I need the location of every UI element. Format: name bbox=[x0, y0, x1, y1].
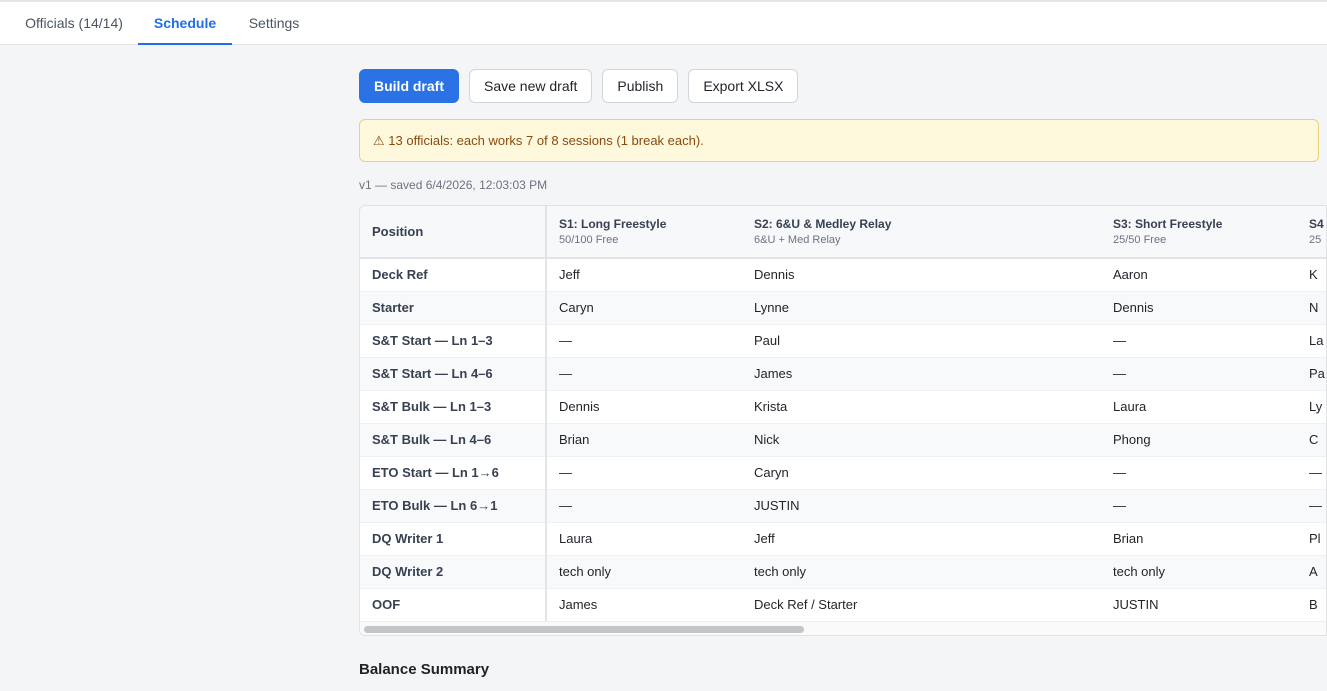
assignment-cell[interactable]: Lynne bbox=[742, 291, 1101, 325]
position-cell: DQ Writer 1 bbox=[360, 522, 547, 556]
session-title: S4 bbox=[1309, 217, 1324, 231]
assignment-cell[interactable]: Pl bbox=[1297, 522, 1326, 556]
position-cell: ETO Start — Ln 1→6 bbox=[360, 456, 547, 490]
assignment-cell[interactable]: Dennis bbox=[742, 258, 1101, 292]
table-row: S&T Bulk — Ln 4–6 Brian Nick Phong C bbox=[360, 423, 1326, 457]
scrollbar-thumb[interactable] bbox=[364, 626, 804, 633]
save-new-draft-button[interactable]: Save new draft bbox=[469, 69, 593, 103]
build-draft-button[interactable]: Build draft bbox=[359, 69, 459, 103]
assignment-cell[interactable]: Nick bbox=[742, 423, 1101, 457]
assignment-cell[interactable]: — bbox=[1101, 456, 1297, 490]
assignment-cell[interactable]: tech only bbox=[1101, 555, 1297, 589]
session-header-s3: S3: Short Freestyle 25/50 Free bbox=[1101, 206, 1297, 259]
position-cell: S&T Bulk — Ln 1–3 bbox=[360, 390, 547, 424]
assignment-cell[interactable]: A bbox=[1297, 555, 1326, 589]
table-row: ETO Start — Ln 1→6— Caryn — — bbox=[360, 456, 1326, 490]
assignment-cell[interactable]: tech only bbox=[742, 555, 1101, 589]
table-row: ETO Bulk — Ln 6→1— JUSTIN — — bbox=[360, 489, 1326, 523]
session-subtitle: 25/50 Free bbox=[1113, 234, 1167, 246]
table-row: Deck Ref Jeff Dennis Aaron K bbox=[360, 258, 1326, 292]
schedule-toolbar: Build draft Save new draft Publish Expor… bbox=[359, 69, 799, 103]
assignment-cell[interactable]: James bbox=[742, 357, 1101, 391]
sessions-warning-alert: ⚠ 13 officials: each works 7 of 8 sessio… bbox=[359, 119, 1319, 162]
assignment-cell[interactable]: K bbox=[1297, 258, 1326, 292]
session-header-s1: S1: Long Freestyle 50/100 Free bbox=[546, 206, 742, 259]
assignment-cell[interactable]: — bbox=[1297, 489, 1326, 523]
assignment-cell[interactable]: La bbox=[1297, 324, 1326, 358]
assignment-cell[interactable]: James bbox=[546, 588, 742, 622]
position-cell: S&T Start — Ln 4–6 bbox=[360, 357, 547, 391]
balance-summary-title: Balance Summary bbox=[359, 661, 490, 678]
export-xlsx-button[interactable]: Export XLSX bbox=[688, 69, 799, 103]
assignment-cell[interactable]: Aaron bbox=[1101, 258, 1297, 292]
session-header-s2: S2: 6&U & Medley Relay 6&U + Med Relay bbox=[742, 206, 1101, 259]
schedule-table: Position S1: Long Freestyle 50/100 Free … bbox=[360, 206, 1326, 622]
table-row: S&T Bulk — Ln 1–3 Dennis Krista Laura Ly bbox=[360, 390, 1326, 424]
position-cell: DQ Writer 2 bbox=[360, 555, 547, 589]
assignment-cell[interactable]: Brian bbox=[1101, 522, 1297, 556]
position-cell: Starter bbox=[360, 291, 547, 325]
session-subtitle: 25 bbox=[1309, 234, 1322, 246]
assignment-cell[interactable]: — bbox=[546, 456, 742, 490]
assignment-cell[interactable]: Dennis bbox=[546, 390, 742, 424]
assignment-cell[interactable]: — bbox=[1101, 489, 1297, 523]
assignment-cell[interactable]: Laura bbox=[1101, 390, 1297, 424]
assignment-cell[interactable]: Laura bbox=[546, 522, 742, 556]
table-row: S&T Start — Ln 1–3— Paul — La bbox=[360, 324, 1326, 358]
position-column-header: Position bbox=[360, 206, 547, 259]
assignment-cell[interactable]: — bbox=[1297, 456, 1326, 490]
session-header-s4: S4 25 bbox=[1297, 206, 1326, 259]
assignment-cell[interactable]: Caryn bbox=[742, 456, 1101, 490]
assignment-cell[interactable]: Dennis bbox=[1101, 291, 1297, 325]
tab-schedule[interactable]: Schedule bbox=[138, 2, 232, 45]
session-subtitle: 6&U + Med Relay bbox=[754, 234, 841, 246]
session-subtitle: 50/100 Free bbox=[559, 234, 619, 246]
assignment-cell[interactable]: Jeff bbox=[546, 258, 742, 292]
table-row: OOF James Deck Ref / Starter JUSTIN B bbox=[360, 588, 1326, 622]
position-cell: S&T Start — Ln 1–3 bbox=[360, 324, 547, 358]
top-nav: Officials (14/14) Schedule Settings bbox=[0, 0, 1327, 45]
assignment-cell[interactable]: — bbox=[546, 489, 742, 523]
horizontal-scrollbar[interactable] bbox=[360, 621, 1326, 635]
assignment-cell[interactable]: Brian bbox=[546, 423, 742, 457]
assignment-cell[interactable]: — bbox=[1101, 357, 1297, 391]
session-title: S1: Long Freestyle bbox=[559, 217, 667, 231]
assignment-cell[interactable]: B bbox=[1297, 588, 1326, 622]
schedule-table-container[interactable]: Position S1: Long Freestyle 50/100 Free … bbox=[359, 205, 1327, 636]
alert-text: ⚠ 13 officials: each works 7 of 8 sessio… bbox=[373, 133, 704, 148]
table-header-row: Position S1: Long Freestyle 50/100 Free … bbox=[360, 206, 1326, 259]
session-title: S3: Short Freestyle bbox=[1113, 217, 1223, 231]
tab-settings[interactable]: Settings bbox=[248, 2, 300, 45]
assignment-cell[interactable]: Pa bbox=[1297, 357, 1326, 391]
position-cell: OOF bbox=[360, 588, 547, 622]
assignment-cell[interactable]: N bbox=[1297, 291, 1326, 325]
table-row: S&T Start — Ln 4–6— James — Pa bbox=[360, 357, 1326, 391]
version-status: v1 — saved 6/4/2026, 12:03:03 PM bbox=[359, 178, 548, 192]
assignment-cell[interactable]: Ly bbox=[1297, 390, 1326, 424]
position-cell: S&T Bulk — Ln 4–6 bbox=[360, 423, 547, 457]
assignment-cell[interactable]: JUSTIN bbox=[742, 489, 1101, 523]
table-row: Starter Caryn Lynne Dennis N bbox=[360, 291, 1326, 325]
assignment-cell[interactable]: JUSTIN bbox=[1101, 588, 1297, 622]
assignment-cell[interactable]: — bbox=[546, 357, 742, 391]
position-cell: Deck Ref bbox=[360, 258, 547, 292]
assignment-cell[interactable]: — bbox=[1101, 324, 1297, 358]
schedule-table-body: Deck Ref Jeff Dennis Aaron K Starter Caryn Lynn… bbox=[360, 258, 1326, 622]
assignment-cell[interactable]: tech only bbox=[546, 555, 742, 589]
position-cell: ETO Bulk — Ln 6→1 bbox=[360, 489, 547, 523]
assignment-cell[interactable]: Paul bbox=[742, 324, 1101, 358]
assignment-cell[interactable]: Krista bbox=[742, 390, 1101, 424]
table-row: DQ Writer 2 tech only tech only tech only A bbox=[360, 555, 1326, 589]
assignment-cell[interactable]: Phong bbox=[1101, 423, 1297, 457]
tab-officials[interactable]: Officials (14/14) bbox=[24, 2, 124, 45]
publish-button[interactable]: Publish bbox=[602, 69, 679, 103]
assignment-cell[interactable]: Deck Ref / Starter bbox=[742, 588, 1101, 622]
table-row: DQ Writer 1 Laura Jeff Brian Pl bbox=[360, 522, 1326, 556]
assignment-cell[interactable]: Jeff bbox=[742, 522, 1101, 556]
assignment-cell[interactable]: Caryn bbox=[546, 291, 742, 325]
assignment-cell[interactable]: C bbox=[1297, 423, 1326, 457]
session-title: S2: 6&U & Medley Relay bbox=[754, 217, 892, 231]
assignment-cell[interactable]: — bbox=[546, 324, 742, 358]
